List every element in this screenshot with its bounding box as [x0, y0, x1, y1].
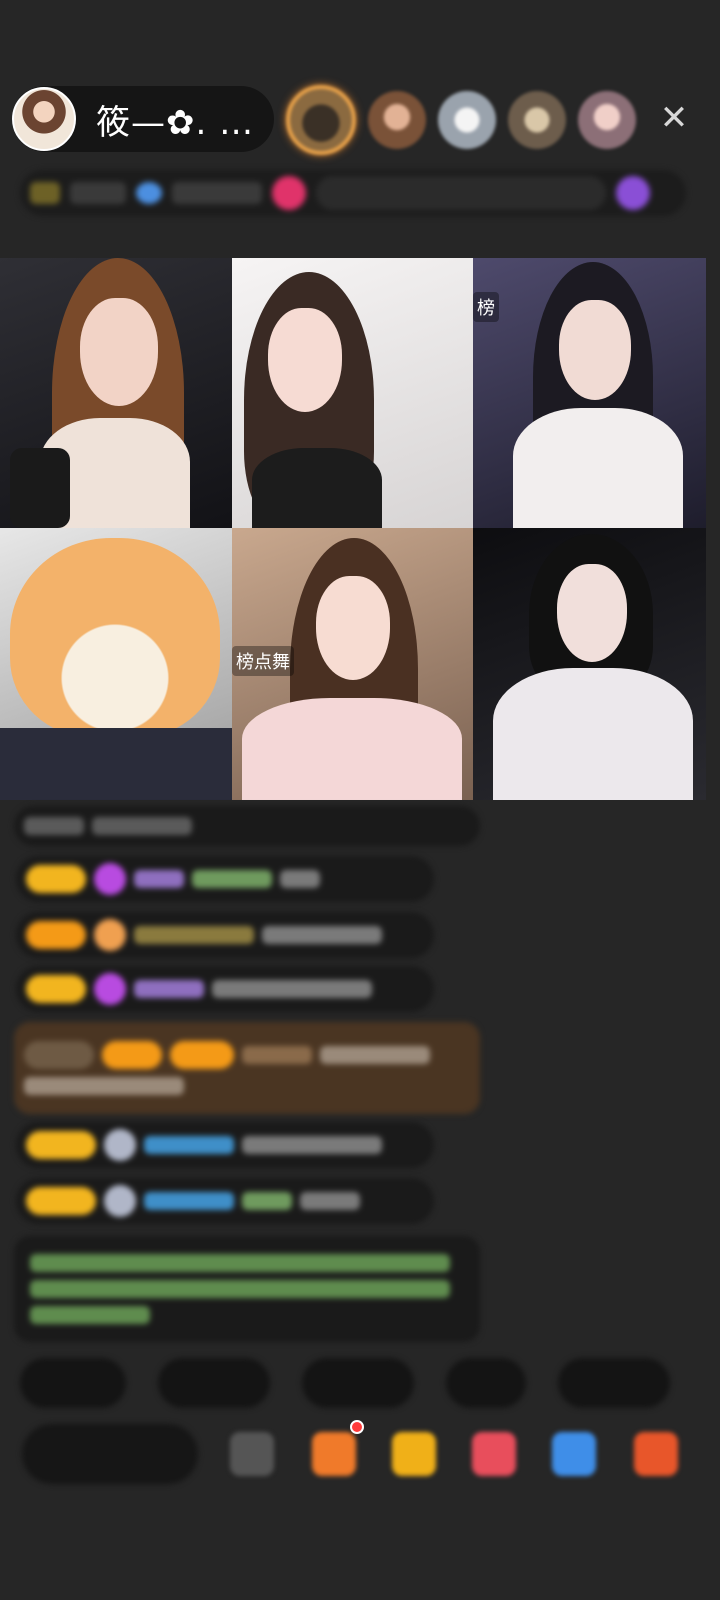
message-text	[262, 926, 382, 944]
level-badge	[26, 865, 86, 893]
streamer-face	[80, 298, 158, 406]
quick-reply-chip[interactable]	[302, 1358, 414, 1408]
username	[192, 870, 272, 888]
chat-message	[16, 1122, 434, 1168]
quick-reply-chip[interactable]	[446, 1358, 526, 1408]
message-text	[280, 870, 320, 888]
level-badge	[26, 1131, 96, 1159]
video-tile[interactable]	[473, 528, 706, 800]
info-segment	[272, 176, 306, 210]
notification-dot	[350, 1420, 364, 1434]
user-avatar	[104, 1185, 136, 1217]
notice-line	[30, 1306, 150, 1324]
video-tile[interactable]: 榜	[473, 258, 706, 528]
streamer-face	[268, 308, 342, 412]
quick-reply-chips	[20, 1358, 670, 1408]
streamer-face	[557, 564, 627, 662]
level-badge	[26, 921, 86, 949]
username	[242, 1046, 312, 1064]
top-viewers-list	[286, 84, 636, 156]
streamer-body	[513, 408, 683, 528]
streamer-face	[316, 576, 390, 680]
message-icon	[92, 817, 192, 835]
level-badge	[170, 1041, 234, 1069]
notice-line	[30, 1254, 450, 1272]
gift-icon[interactable]	[392, 1432, 436, 1476]
video-tile[interactable]	[0, 528, 232, 800]
level-badge	[102, 1041, 162, 1069]
user-avatar	[104, 1129, 136, 1161]
viewer-avatar[interactable]	[438, 91, 496, 149]
gift-icon[interactable]	[472, 1432, 516, 1476]
chat-list[interactable]	[0, 800, 720, 1342]
close-icon[interactable]: ✕	[652, 96, 696, 140]
info-segment	[172, 182, 262, 204]
host-avatar[interactable]	[12, 87, 76, 151]
live-info-bar[interactable]	[20, 170, 686, 216]
viewer-avatar[interactable]	[578, 91, 636, 149]
quick-reply-chip[interactable]	[20, 1358, 126, 1408]
notice-line	[30, 1280, 450, 1298]
info-segment	[616, 176, 650, 210]
level-badge	[24, 1041, 94, 1069]
tile-ranking-label: 榜点舞	[232, 646, 294, 676]
avatar-suit	[0, 728, 232, 800]
info-segment	[70, 182, 126, 204]
quick-reply-chip[interactable]	[158, 1358, 270, 1408]
message-text	[212, 980, 372, 998]
streamer-face	[559, 300, 631, 400]
fan-icon	[94, 919, 126, 951]
gift-icon[interactable]	[312, 1432, 356, 1476]
username	[134, 926, 254, 944]
username	[134, 870, 184, 888]
viewer-avatar[interactable]	[368, 91, 426, 149]
streamer-body	[493, 668, 693, 800]
shiba-avatar	[10, 538, 220, 738]
co-host-video-grid: 榜 榜点舞	[0, 258, 706, 800]
emoji-icon[interactable]	[230, 1432, 274, 1476]
chat-message	[16, 966, 434, 1012]
chat-message	[16, 1178, 434, 1224]
tile-ranking-label: 榜	[473, 292, 499, 322]
microphone	[10, 448, 70, 528]
message-text	[24, 1077, 184, 1095]
info-segment	[136, 182, 162, 204]
host-info-pill[interactable]: 筱—✿. …	[12, 86, 274, 152]
chat-message	[14, 806, 480, 846]
message-text	[300, 1192, 360, 1210]
level-badge	[26, 975, 86, 1003]
username	[144, 1192, 234, 1210]
host-name: 筱—✿. …	[96, 102, 255, 143]
info-segment	[316, 176, 606, 210]
streamer-body	[242, 698, 462, 800]
chat-message	[16, 856, 434, 902]
message-icon	[24, 817, 84, 835]
viewer-avatar[interactable]	[286, 85, 356, 155]
level-badge	[26, 1187, 96, 1215]
gift-icon[interactable]	[552, 1432, 596, 1476]
username	[144, 1136, 234, 1154]
level-badge	[30, 182, 60, 204]
message-text	[320, 1046, 430, 1064]
system-notice	[14, 1236, 480, 1342]
username	[134, 980, 204, 998]
diamond-icon	[94, 973, 126, 1005]
gift-icon[interactable]	[634, 1432, 678, 1476]
chat-message	[14, 1022, 480, 1114]
video-tile[interactable]	[232, 258, 473, 528]
streamer-body	[252, 448, 382, 528]
diamond-icon	[94, 863, 126, 895]
message-text	[242, 1136, 382, 1154]
viewer-avatar[interactable]	[508, 91, 566, 149]
video-tile[interactable]	[0, 258, 232, 528]
comment-input[interactable]	[22, 1424, 198, 1484]
quick-reply-chip[interactable]	[558, 1358, 670, 1408]
chat-message	[16, 912, 434, 958]
video-tile[interactable]: 榜点舞	[232, 528, 473, 800]
username	[242, 1192, 292, 1210]
